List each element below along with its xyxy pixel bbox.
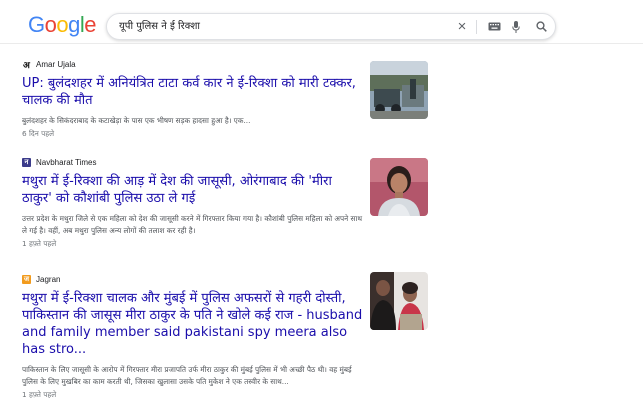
search-input[interactable]	[119, 14, 439, 39]
search-divider	[476, 20, 477, 34]
search-icon[interactable]	[532, 14, 550, 39]
search-header: Google ×	[0, 0, 643, 44]
source-name: Jagran	[36, 274, 61, 284]
logo-letter: o	[44, 12, 57, 37]
result-thumbnail-3[interactable]	[370, 272, 428, 330]
logo-letter: g	[68, 12, 80, 37]
result-title-link[interactable]: मथुरा में ई-रिक्शा चालक और मुंबई में पुल…	[22, 290, 364, 358]
result-thumbnail-2[interactable]	[370, 158, 428, 216]
microphone-icon[interactable]	[508, 14, 524, 39]
source-name: Amar Ujala	[36, 59, 76, 69]
result-snippet: पाकिस्तान के लिए जासूसी के आरोप में गिरफ…	[22, 365, 352, 386]
google-logo[interactable]: Google	[28, 12, 97, 37]
source-name: Navbharat Times	[36, 157, 97, 167]
result-snippet: बुलंदशहर के सिकंदराबाद के कटाखेड़ा के पा…	[22, 116, 251, 125]
result-age: 6 दिन पहले	[22, 129, 55, 138]
result-snippet: उत्तर प्रदेश के मथुरा जिले से एक महिला क…	[22, 214, 363, 235]
result-age: 1 हफ़्ते पहले	[22, 390, 57, 399]
keyboard-icon[interactable]	[484, 14, 504, 39]
result-age: 1 हफ़्ते पहले	[22, 239, 57, 248]
result-title-link[interactable]: मथुरा में ई-रिक्शा की आड़ में देश की जास…	[22, 173, 364, 207]
jagran-favicon-icon: ज	[22, 274, 31, 284]
logo-letter: o	[56, 12, 69, 37]
navbharat-times-favicon-icon: न	[22, 157, 31, 167]
search-box[interactable]: ×	[106, 13, 556, 40]
amar-ujala-favicon-icon: अ	[22, 59, 31, 70]
logo-letter: e	[84, 12, 97, 37]
result-title-link[interactable]: UP: बुलंदशहर में अनियंत्रित टाटा कर्व का…	[22, 75, 364, 109]
logo-letter: G	[28, 12, 45, 37]
close-icon[interactable]: ×	[452, 14, 472, 39]
result-thumbnail-1[interactable]	[370, 61, 428, 119]
